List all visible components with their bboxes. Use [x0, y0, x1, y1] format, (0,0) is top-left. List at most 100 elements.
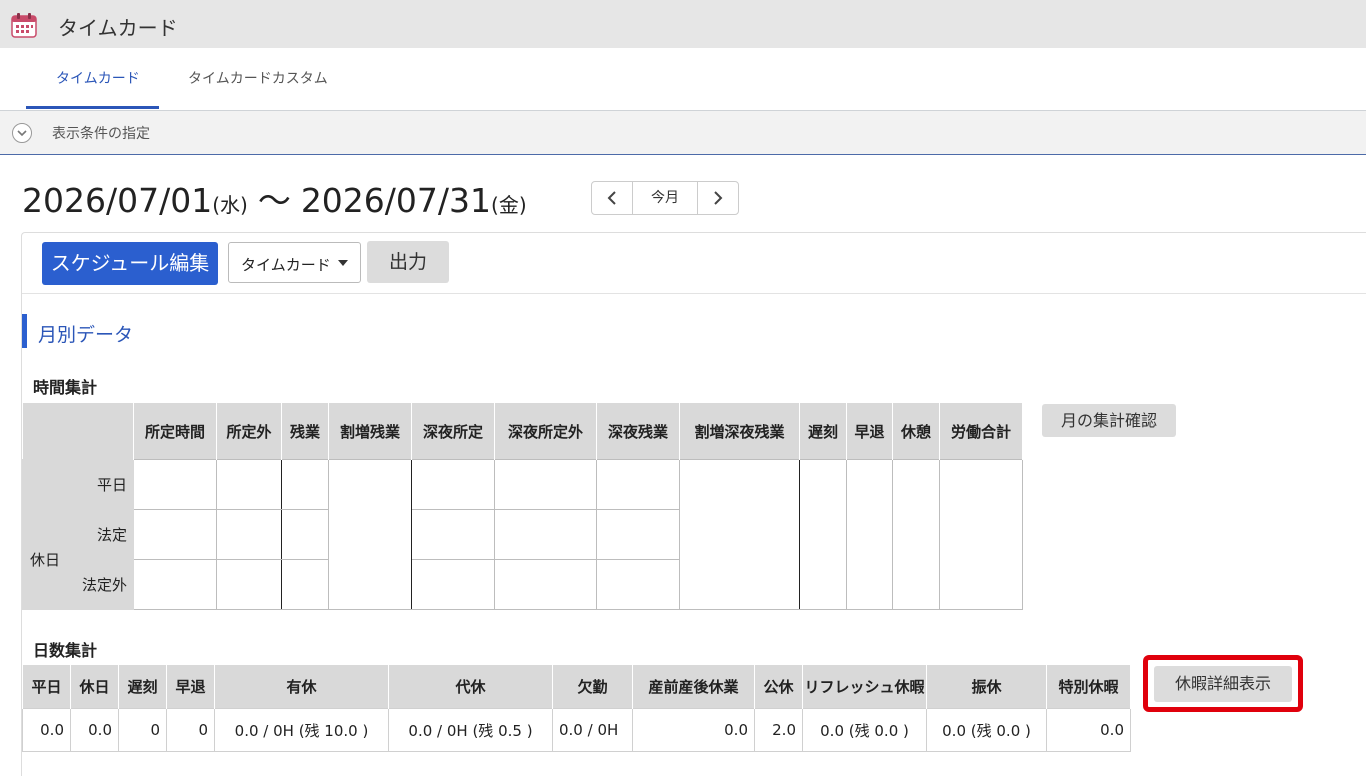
col-header: 代休	[388, 665, 553, 709]
col-header: 残業	[281, 403, 329, 460]
table-cell	[281, 559, 329, 610]
table-cell	[216, 559, 282, 610]
day-summary-table: 平日 休日 遅刻 早退 有休 代休 欠勤 産前産後休業 公休 リフレッシュ休暇 …	[22, 665, 1131, 752]
tab-timecard-custom[interactable]: タイムカードカスタム	[188, 68, 328, 88]
table-cell	[679, 459, 800, 610]
col-header: 振休	[926, 665, 1047, 709]
time-summary-table: 所定時間 所定外 残業 割増残業 深夜所定 深夜所定外 深夜残業 割増深夜残業 …	[22, 403, 1023, 610]
caret-down-icon	[338, 260, 348, 266]
table-cell: 0.0	[1046, 708, 1131, 752]
col-header: 公休	[754, 665, 803, 709]
table-cell: 0.0 / 0H	[552, 708, 633, 752]
end-dow: (金)	[491, 193, 527, 217]
table-cell	[494, 559, 597, 610]
filter-toggle-label[interactable]: 表示条件の指定	[52, 123, 150, 143]
table-row: 0.0 0.0 0 0 0.0 / 0H (残 10.0 ) 0.0 / 0H …	[22, 708, 1131, 752]
chevron-left-icon	[607, 191, 616, 205]
table-cell: 0.0 / 0H (残 10.0 )	[214, 708, 389, 752]
col-header: 有休	[214, 665, 389, 709]
monthly-summary-confirm-button[interactable]: 月の集計確認	[1042, 404, 1176, 437]
col-header: 欠勤	[552, 665, 633, 709]
table-cell: 0	[118, 708, 167, 752]
table-cell: 0.0 (残 0.0 )	[926, 708, 1047, 752]
col-header: 産前産後休業	[632, 665, 755, 709]
table-cell	[411, 459, 495, 510]
col-header: 早退	[166, 665, 215, 709]
start-date: 2026/07/01	[22, 181, 213, 220]
start-dow: (水)	[212, 193, 248, 217]
active-tab-indicator	[26, 106, 159, 109]
table-cell	[939, 459, 1023, 610]
table-corner	[22, 403, 134, 460]
row-header-legal: 法定	[67, 509, 134, 560]
calendar-icon	[11, 13, 37, 38]
this-month-button[interactable]: 今月	[633, 182, 697, 214]
table-cell: 0.0 / 0H (残 0.5 )	[388, 708, 553, 752]
col-header: 深夜所定	[411, 403, 495, 460]
col-header: 割増深夜残業	[679, 403, 800, 460]
day-summary-title: 日数集計	[33, 641, 98, 660]
col-header: 特別休暇	[1046, 665, 1131, 709]
schedule-edit-button[interactable]: スケジュール編集	[42, 242, 218, 285]
table-cell: 0.0	[70, 708, 119, 752]
table-cell	[216, 459, 282, 510]
col-header: 所定時間	[133, 403, 217, 460]
view-select-value: タイムカード	[241, 256, 331, 274]
row-header-holiday: 休日	[22, 509, 68, 610]
col-header: 割増残業	[328, 403, 412, 460]
col-header: 深夜残業	[596, 403, 680, 460]
output-button[interactable]: 出力	[367, 241, 449, 283]
table-cell	[494, 509, 597, 560]
col-header: 遅刻	[799, 403, 847, 460]
col-header: 休日	[70, 665, 119, 709]
filter-bar[interactable]: 表示条件の指定	[0, 111, 1366, 155]
month-nav: 今月	[591, 181, 739, 215]
highlight-box	[1143, 655, 1303, 712]
range-separator: 〜	[257, 181, 291, 220]
chevron-down-icon[interactable]	[12, 123, 32, 143]
tab-bar: タイムカード タイムカードカスタム	[0, 48, 1366, 111]
table-cell	[846, 459, 893, 610]
row-header-non-legal: 法定外	[67, 559, 134, 610]
table-cell	[892, 459, 940, 610]
table-cell: 2.0	[754, 708, 803, 752]
date-range: 2026/07/01(水) 〜 2026/07/31(金)	[22, 174, 527, 222]
col-header: リフレッシュ休暇	[802, 665, 927, 709]
table-cell	[133, 459, 217, 510]
title-bar: タイムカード	[0, 0, 1366, 48]
view-select[interactable]: タイムカード	[228, 242, 361, 283]
col-header: 深夜所定外	[494, 403, 597, 460]
day-header-row: 平日 休日 遅刻 早退 有休 代休 欠勤 産前産後休業 公休 リフレッシュ休暇 …	[22, 665, 1131, 709]
col-header: 労働合計	[939, 403, 1023, 460]
section-title: 月別データ	[38, 324, 134, 346]
time-header-row: 所定時間 所定外 残業 割増残業 深夜所定 深夜所定外 深夜残業 割増深夜残業 …	[22, 403, 1023, 460]
table-cell	[133, 509, 217, 560]
table-cell	[596, 509, 680, 560]
table-cell	[133, 559, 217, 610]
time-summary-title: 時間集計	[33, 378, 98, 397]
col-header: 遅刻	[118, 665, 167, 709]
table-cell	[494, 459, 597, 510]
col-header: 早退	[846, 403, 893, 460]
row-header-weekday: 平日	[22, 459, 134, 510]
section-accent	[22, 314, 27, 348]
table-cell	[411, 509, 495, 560]
tab-timecard[interactable]: タイムカード	[56, 68, 140, 88]
table-cell: 0.0	[22, 708, 71, 752]
table-cell	[596, 459, 680, 510]
table-cell	[281, 509, 329, 560]
table-cell: 0.0 (残 0.0 )	[802, 708, 927, 752]
col-header: 平日	[22, 665, 71, 709]
table-cell	[411, 559, 495, 610]
chevron-right-icon	[714, 191, 723, 205]
table-row: 平日	[22, 459, 1023, 610]
table-cell	[216, 509, 282, 560]
toolbar-divider	[22, 293, 1366, 294]
col-header: 所定外	[216, 403, 282, 460]
app-title: タイムカード	[58, 16, 178, 40]
next-month-button[interactable]	[697, 182, 738, 214]
table-cell	[799, 459, 847, 610]
col-header: 休憩	[892, 403, 940, 460]
prev-month-button[interactable]	[592, 182, 633, 214]
table-cell	[596, 559, 680, 610]
